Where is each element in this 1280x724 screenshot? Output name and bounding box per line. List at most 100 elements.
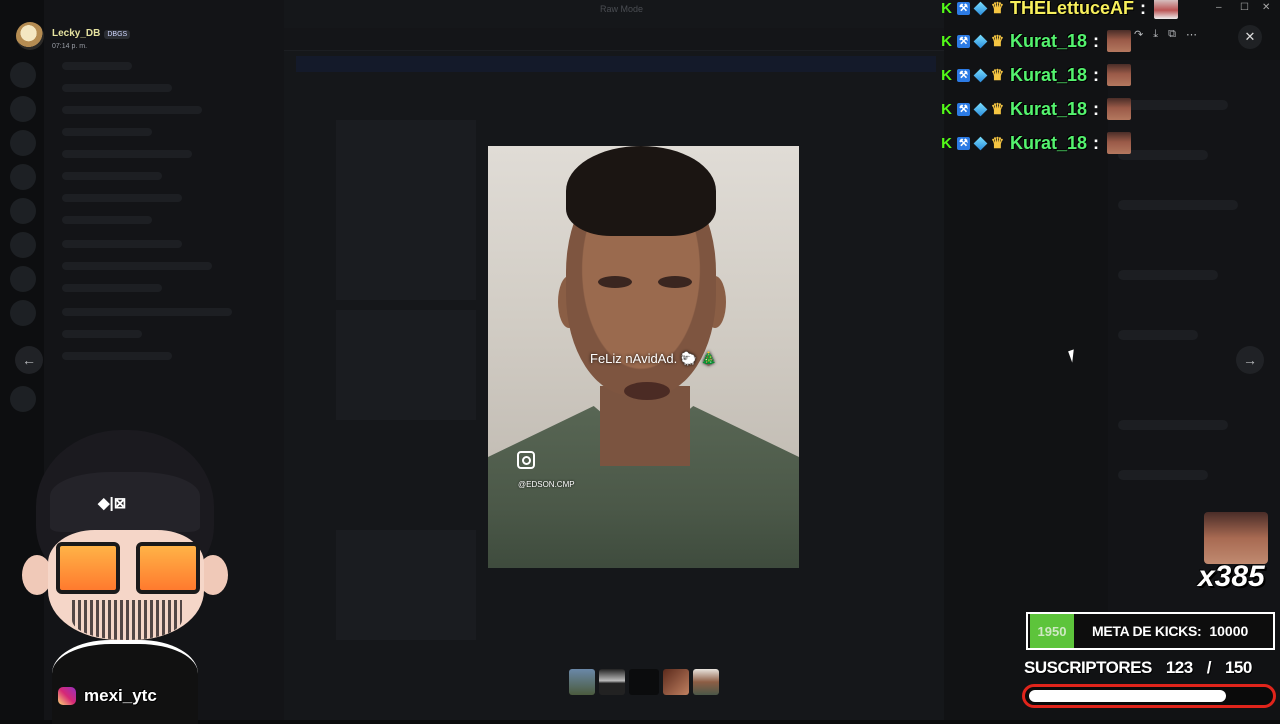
kick-goal-target: 10000: [1209, 623, 1249, 639]
kick-badge-icon: K: [941, 134, 952, 152]
chat-attachment[interactable]: [336, 310, 476, 420]
video-caption: FeLiz nAvidAd. 🐑 🎄: [590, 351, 717, 366]
media-thumbnail[interactable]: [663, 669, 689, 695]
media-thumbnail-active[interactable]: [693, 669, 719, 695]
user-name: Lecky_DB: [52, 27, 101, 39]
channel-row[interactable]: [62, 330, 142, 338]
media-video[interactable]: FeLiz nAvidAd. 🐑 🎄 @EDSON.CMP: [488, 146, 799, 568]
kick-goal-widget: 1950 META DE KICKS: 10000: [1026, 612, 1275, 650]
video-frame-mouth: [624, 382, 670, 400]
member-row[interactable]: [1118, 420, 1228, 430]
chat-separator: :: [1093, 98, 1100, 119]
member-row[interactable]: [1118, 270, 1218, 280]
chat-message: K ⚒ ♛ THELettuceAF :: [940, 0, 1179, 23]
vtuber-beard: [72, 600, 182, 640]
instagram-handle: mexi_ytc: [84, 686, 157, 705]
server-icon[interactable]: [10, 164, 36, 190]
member-row[interactable]: [1118, 100, 1228, 110]
close-viewer-button[interactable]: ✕: [1238, 25, 1262, 49]
open-external-icon[interactable]: ⧉: [1168, 28, 1176, 41]
chat-separator: :: [1093, 64, 1100, 85]
previous-button[interactable]: ←: [15, 346, 43, 374]
server-icon[interactable]: [10, 232, 36, 258]
vtuber-instagram: mexi_ytc: [58, 686, 157, 706]
minimize-icon[interactable]: –: [1216, 2, 1222, 13]
subs-goal-label: SUSCRIPTORES: [1024, 658, 1152, 677]
gem-badge-icon: [973, 136, 988, 150]
channel-row[interactable]: [62, 284, 162, 292]
server-icon[interactable]: [10, 386, 36, 412]
channel-row[interactable]: [62, 128, 152, 136]
pickaxe-badge-icon: ⚒: [957, 68, 970, 82]
member-row[interactable]: [1118, 150, 1208, 160]
kick-goal-label: META DE KICKS:: [1092, 623, 1202, 639]
member-row[interactable]: [1118, 330, 1198, 340]
download-icon[interactable]: ⤓: [1153, 28, 1158, 41]
channel-row[interactable]: [62, 262, 212, 270]
gem-badge-icon: [973, 102, 988, 116]
chat-separator: :: [1140, 0, 1147, 18]
media-thumbnail[interactable]: [629, 669, 659, 695]
channel-row[interactable]: [62, 240, 182, 248]
server-icon[interactable]: [10, 96, 36, 122]
kick-goal-current: 1950: [1030, 614, 1074, 648]
avatar: [16, 22, 44, 50]
subs-progress-bar: [1022, 684, 1276, 708]
video-frame-eye: [598, 276, 632, 288]
chat-emote: [1107, 132, 1132, 154]
chat-emote: [1107, 64, 1132, 86]
window-close-icon[interactable]: ✕: [1262, 2, 1270, 13]
chat-username: THELettuceAF: [1010, 0, 1135, 18]
chat-attachment[interactable]: [336, 530, 476, 640]
next-button[interactable]: →: [1236, 346, 1264, 374]
channel-row[interactable]: [62, 150, 192, 158]
chat-separator: :: [1093, 30, 1100, 51]
pickaxe-badge-icon: ⚒: [957, 136, 970, 150]
media-thumbnail[interactable]: [599, 669, 625, 695]
member-row[interactable]: [1118, 200, 1238, 210]
channel-row[interactable]: [62, 62, 132, 70]
media-thumbnail[interactable]: [569, 669, 595, 695]
window-title: Raw Mode: [600, 4, 644, 14]
server-icon[interactable]: [10, 62, 36, 88]
user-header[interactable]: Lecky_DB DBGS 07:14 p. m.: [16, 22, 131, 50]
subs-goal-current: 123: [1165, 658, 1193, 677]
forward-icon[interactable]: ↷: [1134, 28, 1143, 41]
server-icon[interactable]: [10, 300, 36, 326]
channel-row[interactable]: [62, 172, 162, 180]
channel-row[interactable]: [62, 106, 202, 114]
server-icon[interactable]: [10, 266, 36, 292]
crown-badge-icon: ♛: [990, 0, 1005, 17]
vtuber-shirt: [52, 640, 198, 724]
member-row[interactable]: [1118, 470, 1208, 480]
chat-attachment[interactable]: [336, 120, 476, 300]
subs-goal-header: SUSCRIPTORES 123 / 150: [1024, 658, 1252, 678]
vtuber-glasses-lens: [136, 542, 200, 594]
channel-row[interactable]: [62, 84, 172, 92]
crown-badge-icon: ♛: [990, 67, 1005, 84]
subs-goal-separator: /: [1206, 658, 1212, 677]
pickaxe-badge-icon: ⚒: [957, 1, 970, 15]
crown-badge-icon: ♛: [990, 135, 1005, 152]
video-watermark: @EDSON.CMP: [518, 480, 575, 489]
chat-username: Kurat_18: [1010, 64, 1088, 85]
chat-emote: [1107, 98, 1132, 120]
chat-message: K ⚒ ♛ Kurat_18 :: [940, 60, 1132, 90]
chat-message: K ⚒ ♛ Kurat_18 :: [940, 128, 1132, 158]
channel-row[interactable]: [62, 194, 182, 202]
media-thumbnail-strip: [569, 669, 719, 695]
video-frame-hair: [566, 146, 716, 236]
server-icon[interactable]: [10, 198, 36, 224]
maximize-icon[interactable]: ☐: [1240, 2, 1249, 13]
gem-badge-icon: [973, 1, 988, 15]
channel-row[interactable]: [62, 352, 172, 360]
chat-username: Kurat_18: [1010, 98, 1088, 119]
chat-banner: [296, 56, 936, 72]
channel-row[interactable]: [62, 216, 152, 224]
channel-row[interactable]: [62, 308, 232, 316]
user-badge: DBGS: [104, 29, 131, 39]
server-icon[interactable]: [10, 130, 36, 156]
vtuber-glasses-lens: [56, 542, 120, 594]
more-icon[interactable]: ⋯: [1186, 28, 1197, 41]
chat-emote: [1107, 30, 1132, 52]
